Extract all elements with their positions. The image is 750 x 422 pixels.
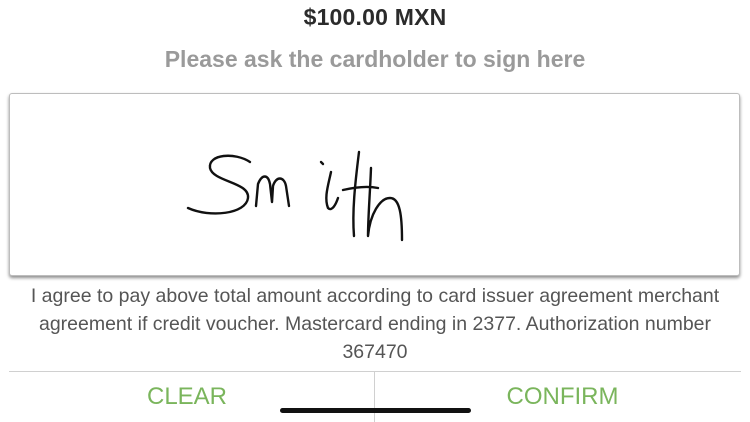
signature-pad[interactable]	[9, 93, 740, 276]
payment-agreement-text: I agree to pay above total amount accord…	[30, 285, 720, 363]
confirm-button[interactable]: CONFIRM	[375, 372, 750, 422]
home-indicator[interactable]	[280, 408, 471, 413]
sign-instruction: Please ask the cardholder to sign here	[164, 46, 586, 72]
clear-button[interactable]: CLEAR	[0, 372, 374, 422]
signature-screen: $100.00 MXN Please ask the cardholder to…	[0, 0, 750, 422]
payment-amount: $100.00 MXN	[303, 4, 447, 30]
handwritten-signature	[186, 150, 404, 242]
